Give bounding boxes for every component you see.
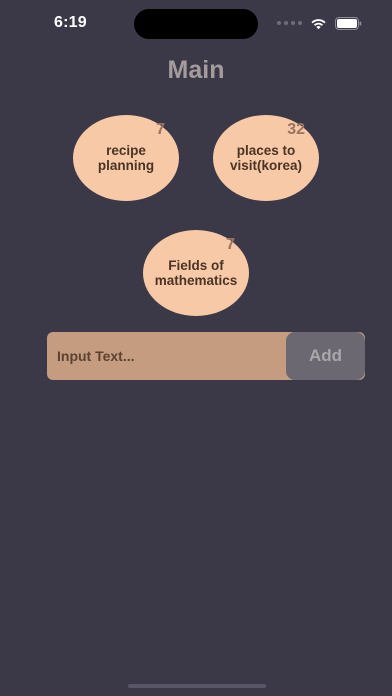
list-label-line: recipe (106, 143, 146, 158)
list-label: places to visit(korea) (213, 143, 319, 173)
status-time: 6:19 (54, 14, 87, 31)
list-label-line: mathematics (154, 273, 238, 288)
status-bar: 6:19 (0, 0, 392, 50)
item-count: 7 (226, 236, 235, 253)
status-icons (277, 15, 362, 31)
list-circle-recipe-planning[interactable]: 7 recipe planning (73, 115, 179, 201)
add-list-form: Add (47, 332, 365, 380)
item-count: 32 (287, 121, 305, 138)
dynamic-island (134, 9, 258, 39)
list-label-line: planning (97, 158, 155, 173)
list-label: recipe planning (73, 143, 179, 173)
item-count: 7 (156, 121, 165, 138)
cellular-signal-icon (277, 21, 302, 25)
page-title: Main (167, 56, 225, 84)
home-indicator[interactable] (128, 684, 266, 688)
list-label: Fields of mathematics (143, 258, 249, 288)
wifi-icon (311, 18, 326, 29)
list-label-line: visit(korea) (229, 158, 303, 173)
list-label-line: places to (236, 143, 296, 158)
list-circle-places-to-visit[interactable]: 32 places to visit(korea) (213, 115, 319, 201)
list-label-line: Fields of (168, 258, 224, 273)
battery-icon (335, 16, 362, 30)
add-button[interactable]: Add (286, 332, 365, 380)
list-circle-fields-of-mathematics[interactable]: 7 Fields of mathematics (143, 230, 249, 316)
